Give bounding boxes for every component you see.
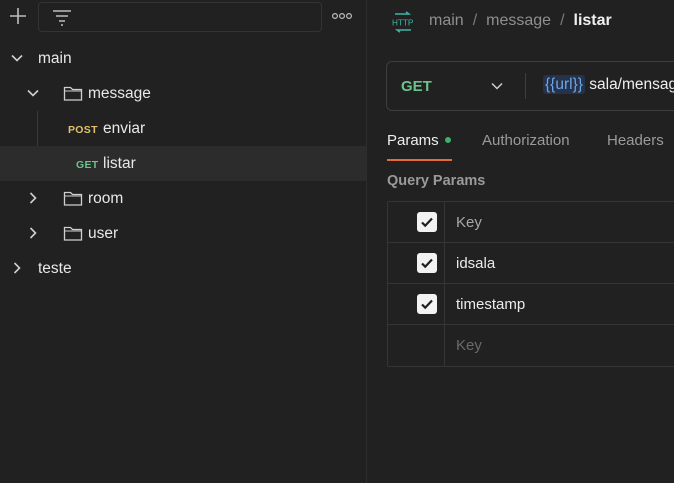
tab-params[interactable]: Params: [387, 132, 451, 149]
new-param-key-input[interactable]: Key: [456, 337, 482, 354]
tree-item-label: message: [88, 85, 151, 102]
active-tab-indicator: [387, 159, 452, 161]
tree-item-teste[interactable]: teste: [0, 251, 366, 286]
check-icon: [421, 258, 433, 269]
query-params-title: Query Params: [387, 173, 486, 189]
filter-input[interactable]: [38, 2, 322, 32]
breadcrumb: main / message / listar: [429, 12, 612, 30]
more-options-button[interactable]: [331, 6, 353, 26]
param-key[interactable]: idsala: [456, 255, 495, 272]
status-dot-icon: [444, 137, 451, 144]
tree-item-label: listar: [103, 155, 136, 172]
tree-item-label: teste: [38, 260, 72, 277]
more-horizontal-icon: [331, 12, 353, 20]
tree-item-label: room: [88, 190, 124, 207]
request-tabs: Params Authorization Headers: [387, 124, 674, 162]
folder-icon: [63, 191, 83, 206]
tree-item-label: user: [88, 225, 119, 242]
select-all-checkbox[interactable]: [417, 212, 437, 232]
breadcrumb-separator: /: [472, 12, 478, 29]
table-row: timestamp: [388, 284, 674, 325]
tab-label: Params: [387, 132, 439, 149]
filter-icon: [53, 10, 71, 26]
method-badge-post: POST: [68, 124, 98, 136]
request-bar: GET {{url}} sala/mensag: [386, 61, 674, 111]
tab-label: Headers: [607, 132, 664, 149]
url-variable: {{url}}: [543, 75, 585, 94]
table-header-row: Key: [388, 202, 674, 243]
tree-item-main[interactable]: main: [0, 41, 366, 76]
method-badge-get: GET: [76, 159, 99, 171]
tab-authorization[interactable]: Authorization: [482, 132, 570, 149]
url-path: sala/mensag: [589, 76, 674, 93]
param-checkbox[interactable]: [417, 253, 437, 273]
check-icon: [421, 299, 433, 310]
chevron-right-icon: [13, 262, 21, 274]
divider: [525, 73, 526, 99]
breadcrumb-current[interactable]: listar: [574, 12, 612, 29]
tree-item-user[interactable]: user: [0, 216, 366, 251]
request-panel: HTTP main / message / listar GET {{url}} sal…: [367, 0, 674, 483]
url-input[interactable]: {{url}} sala/mensag: [543, 75, 674, 94]
check-icon: [421, 217, 433, 228]
chevron-right-icon: [29, 192, 37, 204]
params-table: Key idsala timestamp Key: [387, 201, 674, 367]
tree-item-label: main: [38, 50, 72, 67]
sidebar-toolbar: [0, 0, 366, 34]
http-icon: HTTP: [392, 11, 414, 33]
chevron-down-icon: [11, 54, 23, 62]
folder-icon: [63, 226, 83, 241]
plus-icon: [10, 8, 26, 24]
chevron-down-icon: [491, 82, 503, 90]
tab-label: Authorization: [482, 132, 570, 149]
param-key[interactable]: timestamp: [456, 296, 525, 313]
tree-item-enviar[interactable]: POST enviar: [0, 111, 366, 146]
folder-icon: [63, 86, 83, 101]
svg-text:HTTP: HTTP: [392, 19, 414, 28]
tree-item-listar[interactable]: GET listar: [0, 146, 366, 181]
tree-item-room[interactable]: room: [0, 181, 366, 216]
breadcrumb-item[interactable]: main: [429, 12, 464, 29]
tree-item-message[interactable]: message: [0, 76, 366, 111]
add-button[interactable]: [6, 4, 30, 28]
breadcrumb-item[interactable]: message: [486, 12, 551, 29]
chevron-down-icon: [27, 89, 39, 97]
tree-item-label: enviar: [103, 120, 146, 137]
method-value: GET: [401, 78, 432, 95]
method-select[interactable]: GET: [387, 62, 525, 110]
collections-sidebar: main message POST enviar GET listar room: [0, 0, 367, 483]
chevron-right-icon: [29, 227, 37, 239]
tab-headers[interactable]: Headers: [607, 132, 664, 149]
table-row: idsala: [388, 243, 674, 284]
table-row-empty: Key: [388, 325, 674, 365]
param-checkbox[interactable]: [417, 294, 437, 314]
key-column-header: Key: [456, 214, 482, 231]
breadcrumb-separator: /: [560, 12, 565, 29]
